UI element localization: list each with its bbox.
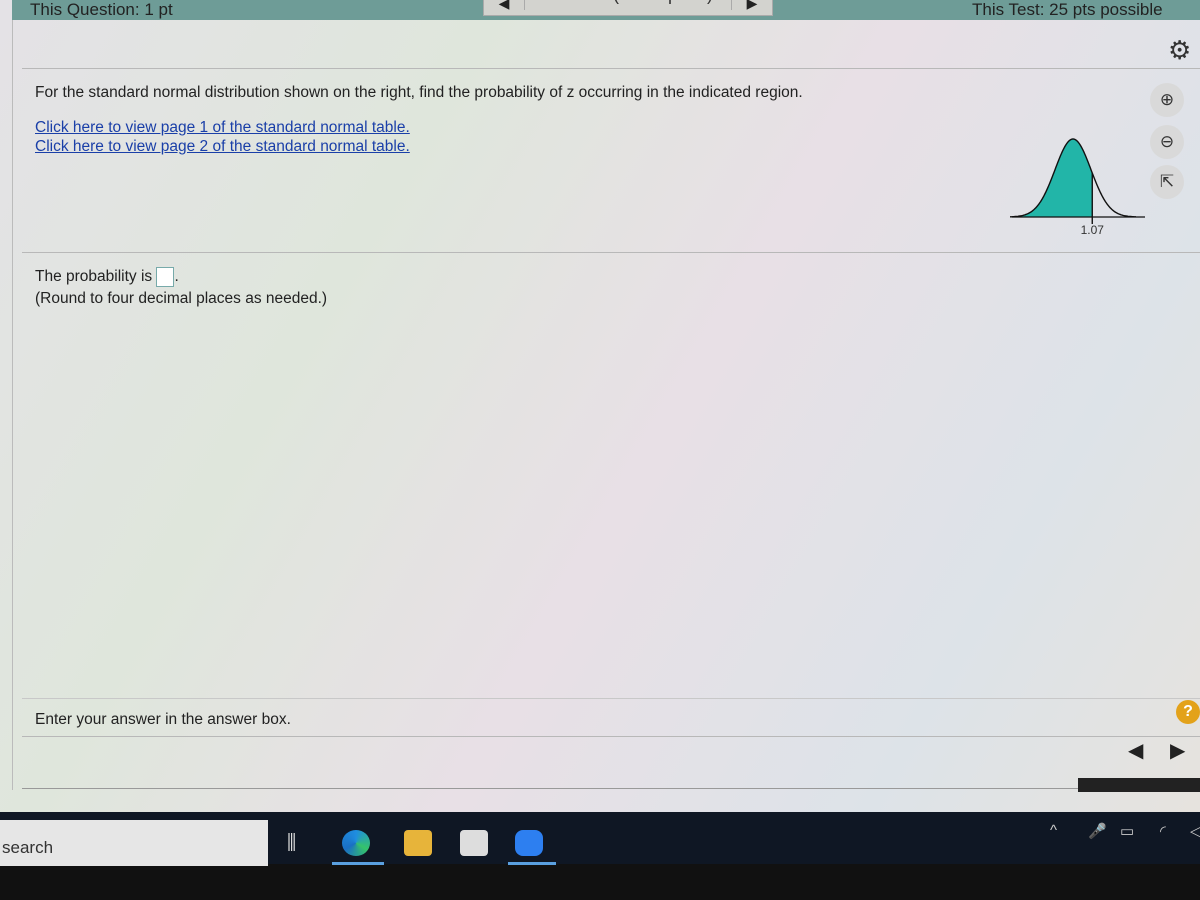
edge-icon[interactable] [342, 830, 370, 856]
divider [22, 698, 1200, 699]
popout-icon[interactable]: ⇱ [1150, 165, 1184, 199]
table-page-1-link[interactable]: Click here to view page 1 of the standar… [35, 119, 410, 137]
divider [22, 68, 1200, 69]
question-prompt: For the standard normal distribution sho… [35, 84, 803, 101]
gear-icon[interactable]: ⚙ [1168, 35, 1191, 66]
help-button[interactable]: ? [1176, 700, 1200, 724]
question-select[interactable]: 24 of 25 (0 complete) [524, 0, 732, 10]
z-label: 1.07 [1081, 223, 1105, 237]
chevron-up-icon[interactable]: ^ [1050, 822, 1057, 839]
divider [22, 252, 1200, 253]
zoom-app-icon[interactable] [515, 830, 543, 856]
prev-question-button[interactable]: ◀ [484, 0, 524, 12]
question-navigator: ◀ 24 of 25 (0 complete) ▶ [483, 0, 773, 16]
prev-arrow-icon[interactable]: ◀ [1128, 738, 1143, 763]
instruction-text: Enter your answer in the answer box. [35, 711, 291, 728]
taskbar-search[interactable]: search [0, 820, 268, 866]
answer-input[interactable] [156, 267, 175, 287]
file-explorer-icon[interactable] [404, 830, 432, 856]
volume-icon[interactable]: ◁ [1190, 822, 1200, 840]
screen: This Question: 1 pt This Test: 25 pts po… [0, 0, 1200, 812]
search-text: search [2, 838, 54, 857]
zoom-out-icon[interactable]: ⊖ [1150, 125, 1184, 159]
table-page-2-link[interactable]: Click here to view page 2 of the standar… [35, 138, 410, 156]
normal-curve-figure: 1.07 [1010, 138, 1145, 237]
answer-prefix: The probability is [35, 268, 153, 286]
answer-line: The probability is . [35, 267, 179, 287]
active-indicator [508, 862, 556, 865]
answer-suffix: . [174, 268, 179, 286]
next-arrow-icon[interactable]: ▶ [1170, 738, 1185, 763]
test-points: This Test: 25 pts possible [972, 0, 1163, 19]
divider [22, 788, 1082, 789]
rounding-hint: (Round to four decimal places as needed.… [35, 290, 328, 307]
screen-edge [1078, 778, 1200, 792]
question-points: This Question: 1 pt [30, 0, 173, 19]
divider [22, 736, 1200, 737]
microphone-icon[interactable]: 🎤 [1088, 822, 1107, 840]
store-icon[interactable] [460, 830, 488, 856]
battery-icon[interactable]: ▭ [1120, 822, 1134, 840]
zoom-in-icon[interactable]: ⊕ [1150, 83, 1184, 117]
task-view-icon[interactable]: ⫼ [287, 832, 296, 855]
wifi-icon[interactable]: ◜ [1160, 822, 1166, 840]
active-indicator [332, 862, 384, 865]
next-question-button[interactable]: ▶ [732, 0, 772, 12]
